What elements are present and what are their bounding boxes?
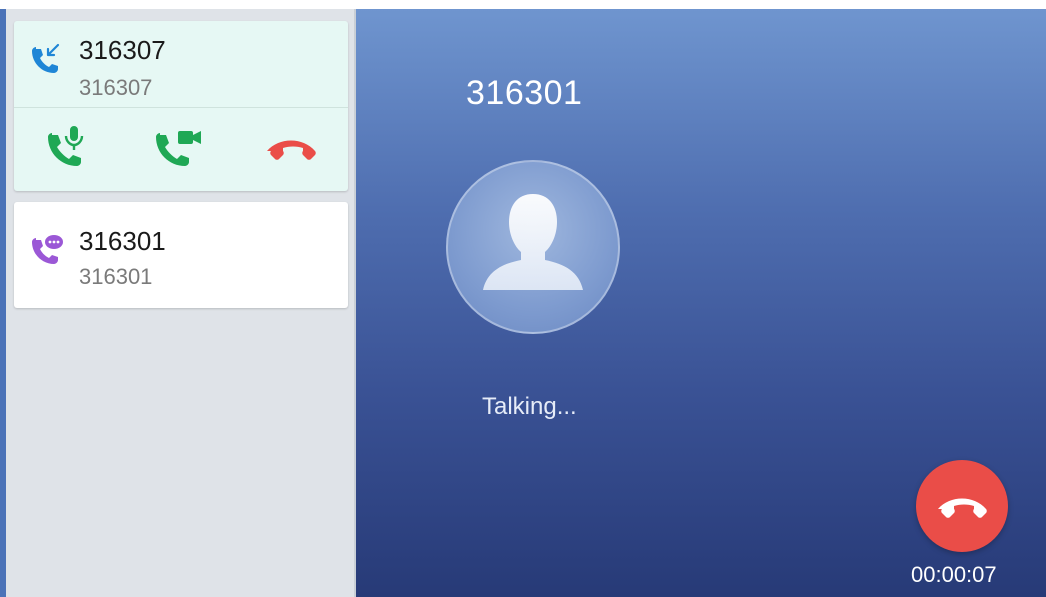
card-divider: [14, 107, 348, 108]
hangup-icon: [263, 131, 319, 166]
call-card-number: 316307: [79, 75, 153, 100]
hangup-icon: [934, 489, 990, 524]
caller-name: 316301: [466, 74, 583, 112]
end-call-button[interactable]: [916, 460, 1008, 552]
reject-call-button[interactable]: [266, 123, 316, 173]
call-card-number: 316301: [79, 264, 153, 289]
call-timer: 00:00:07: [911, 562, 997, 587]
phone-mic-icon: [46, 123, 92, 174]
call-status: Talking...: [482, 393, 577, 420]
answer-video-button[interactable]: [154, 123, 204, 173]
call-list-panel: 316307 316307 316301 316301: [6, 9, 356, 597]
call-card-incoming[interactable]: 316307 316307: [14, 21, 348, 191]
incoming-call-icon: [28, 41, 64, 77]
top-frame: [0, 0, 1046, 9]
call-card-name: 316307: [79, 35, 166, 65]
contact-avatar: [446, 160, 620, 334]
call-card-active[interactable]: 316301 316301: [14, 202, 348, 308]
answer-audio-button[interactable]: [44, 123, 94, 173]
call-card-name: 316301: [79, 226, 166, 256]
phone-video-icon: [154, 123, 204, 174]
chat-call-icon: [28, 232, 64, 268]
